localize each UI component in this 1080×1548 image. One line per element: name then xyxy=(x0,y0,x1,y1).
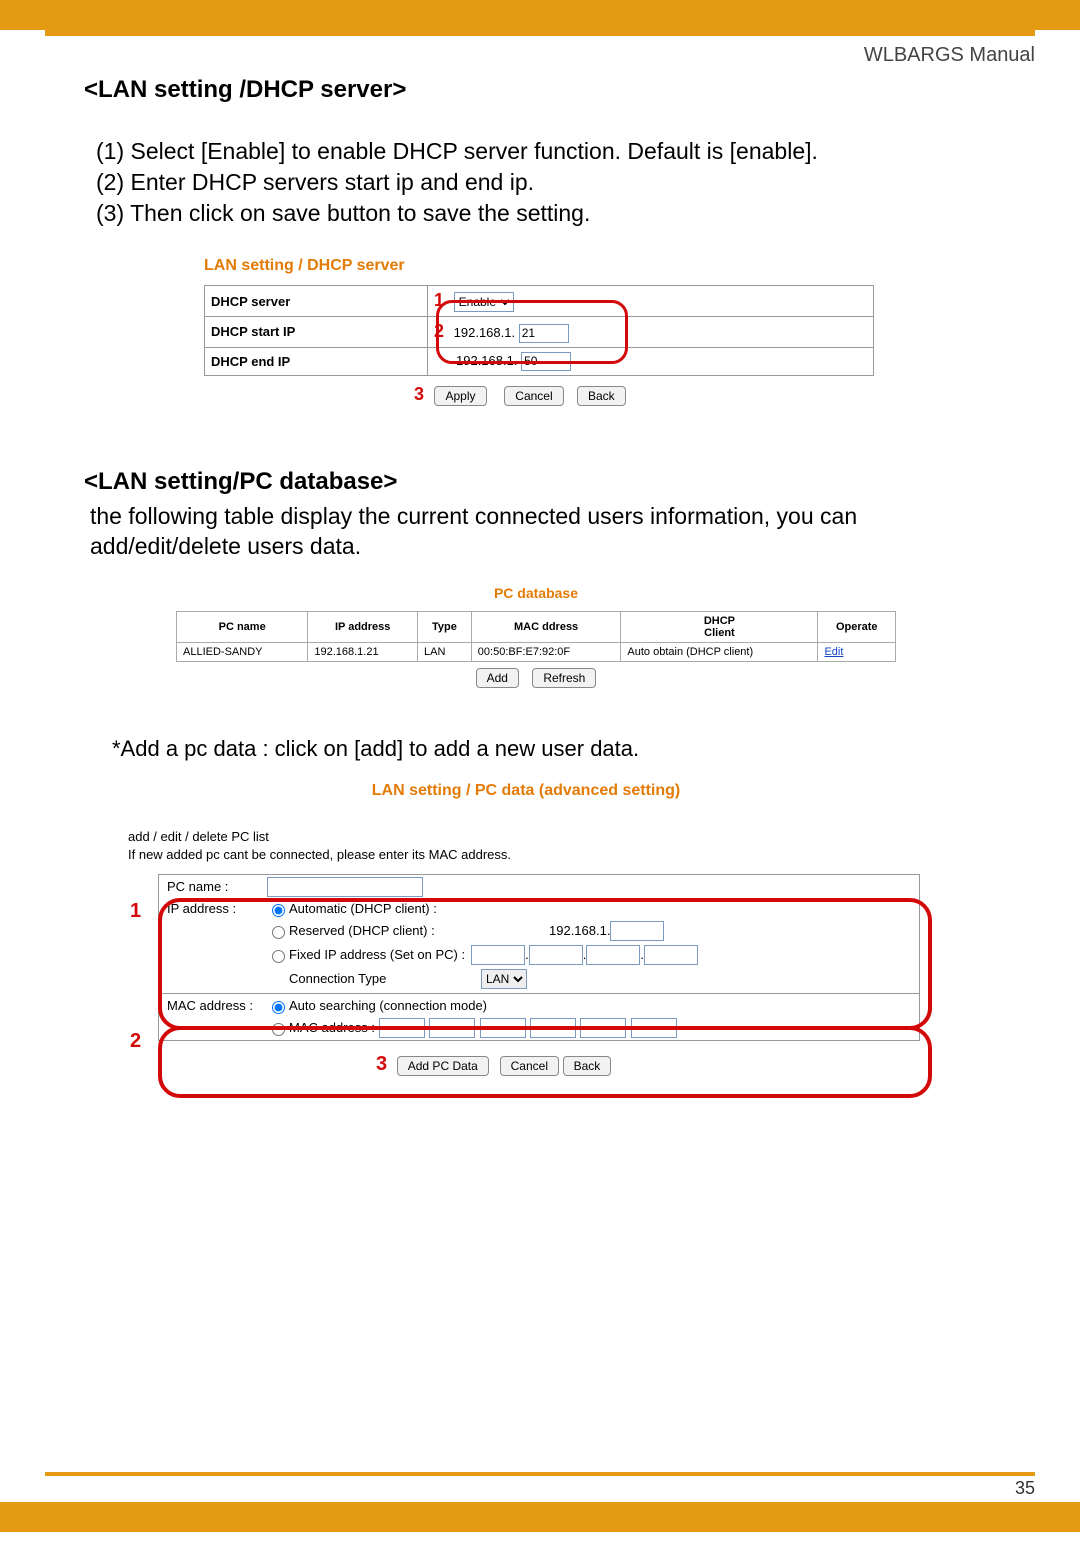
back-button[interactable]: Back xyxy=(577,386,626,406)
intro-line: add / edit / delete PC list xyxy=(128,828,928,846)
apply-button[interactable]: Apply xyxy=(434,386,486,406)
top-band xyxy=(0,0,1080,30)
fixed-oct1[interactable] xyxy=(471,945,525,965)
step-line: (1) Select [Enable] to enable DHCP serve… xyxy=(96,136,996,167)
dhcp-server-label: DHCP server xyxy=(205,286,428,317)
opt-auto: Automatic (DHCP client) : xyxy=(289,901,437,916)
cell: Auto obtain (DHCP client) xyxy=(621,643,818,662)
col-type: Type xyxy=(418,612,472,643)
start-ip-prefix: 192.168.1. xyxy=(454,325,515,340)
dhcp-table: DHCP server 1 Enable DHCP start IP 2 192… xyxy=(204,285,874,376)
radio-mac-manual[interactable] xyxy=(272,1023,285,1036)
step-line: (3) Then click on save button to save th… xyxy=(96,198,996,229)
fixed-oct3[interactable] xyxy=(586,945,640,965)
dhcp-caption: LAN setting / DHCP server xyxy=(204,257,874,275)
fixed-oct4[interactable] xyxy=(644,945,698,965)
section2-desc: the following table display the current … xyxy=(90,502,996,562)
dhcp-end-label: DHCP end IP xyxy=(205,347,428,375)
end-ip-prefix: 192.168.1. xyxy=(456,353,517,368)
table-row: ALLIED-SANDY 192.168.1.21 LAN 00:50:BF:E… xyxy=(177,643,896,662)
col-dhcp: DHCP Client xyxy=(621,612,818,643)
dhcp-end-ip[interactable] xyxy=(521,352,571,371)
pcdb-caption: PC database xyxy=(176,585,896,601)
mac2[interactable] xyxy=(429,1018,475,1038)
mac3[interactable] xyxy=(480,1018,526,1038)
fixed-oct2[interactable] xyxy=(529,945,583,965)
pcdb-table: PC name IP address Type MAC ddress DHCP … xyxy=(176,611,896,662)
cancel-button[interactable]: Cancel xyxy=(504,386,563,406)
opt-fixed: Fixed IP address (Set on PC) : xyxy=(289,947,465,962)
mac1[interactable] xyxy=(379,1018,425,1038)
pcname-input[interactable] xyxy=(267,877,423,897)
macopt-auto: Auto searching (connection mode) xyxy=(289,998,487,1013)
header-right: WLBARGS Manual xyxy=(864,44,1035,67)
ip-label: IP address : xyxy=(167,901,267,916)
add-pc-button[interactable]: Add PC Data xyxy=(397,1056,489,1076)
marker-2: 2 xyxy=(434,321,444,342)
col-pcname: PC name xyxy=(177,612,308,643)
pcdb-figure: PC database PC name IP address Type MAC … xyxy=(176,585,896,688)
radio-mac-auto[interactable] xyxy=(272,1001,285,1014)
macopt-manual: MAC address : xyxy=(289,1020,375,1035)
conn-label: Connection Type xyxy=(289,971,481,986)
col-op: Operate xyxy=(818,612,896,643)
back-button-2[interactable]: Back xyxy=(563,1056,612,1076)
step-line: (2) Enter DHCP servers start ip and end … xyxy=(96,167,996,198)
add-button[interactable]: Add xyxy=(476,668,519,688)
pcadv-figure: LAN setting / PC data (advanced setting)… xyxy=(124,782,928,1075)
bottom-stripe xyxy=(45,1472,1035,1476)
col-ip: IP address xyxy=(308,612,418,643)
marker-b: 2 xyxy=(130,1030,141,1053)
marker-a: 1 xyxy=(130,900,141,923)
col-mac: MAC ddress xyxy=(471,612,621,643)
reserved-octet[interactable] xyxy=(610,921,664,941)
section1-title: <LAN setting /DHCP server> xyxy=(84,76,996,104)
cell: 192.168.1.21 xyxy=(308,643,418,662)
bottom-band xyxy=(0,1502,1080,1532)
cell: 00:50:BF:E7:92:0F xyxy=(471,643,621,662)
mac-label: MAC address : xyxy=(167,998,267,1013)
mac6[interactable] xyxy=(631,1018,677,1038)
opt-reserved: Reserved (DHCP client) : xyxy=(289,923,549,938)
cell: LAN xyxy=(418,643,472,662)
radio-auto[interactable] xyxy=(272,904,285,917)
edit-link[interactable]: Edit xyxy=(824,646,843,658)
section1-steps: (1) Select [Enable] to enable DHCP serve… xyxy=(96,136,996,229)
marker-c: 3 xyxy=(376,1053,387,1076)
section2-title: <LAN setting/PC database> xyxy=(84,468,996,496)
conn-select[interactable]: LAN xyxy=(481,969,527,989)
dhcp-start-ip[interactable] xyxy=(519,324,569,343)
top-stripe xyxy=(45,30,1035,36)
mac5[interactable] xyxy=(580,1018,626,1038)
pcadv-caption: LAN setting / PC data (advanced setting) xyxy=(124,782,928,800)
reserved-prefix: 192.168.1. xyxy=(549,923,610,938)
refresh-button[interactable]: Refresh xyxy=(532,668,596,688)
add-instruction: *Add a pc data : click on [add] to add a… xyxy=(112,736,996,762)
cell: ALLIED-SANDY xyxy=(177,643,308,662)
radio-reserved[interactable] xyxy=(272,926,285,939)
page-number: 35 xyxy=(1015,1478,1035,1499)
intro-line: If new added pc cant be connected, pleas… xyxy=(128,846,928,864)
marker-1: 1 xyxy=(434,290,444,311)
dhcp-server-select[interactable]: Enable xyxy=(454,292,514,312)
cancel-button-2[interactable]: Cancel xyxy=(500,1056,559,1076)
pcname-label: PC name : xyxy=(167,879,267,894)
dhcp-figure: LAN setting / DHCP server DHCP server 1 … xyxy=(204,257,874,406)
mac4[interactable] xyxy=(530,1018,576,1038)
dhcp-start-label: DHCP start IP xyxy=(205,317,428,348)
marker-3: 3 xyxy=(414,384,424,405)
radio-fixed[interactable] xyxy=(272,950,285,963)
